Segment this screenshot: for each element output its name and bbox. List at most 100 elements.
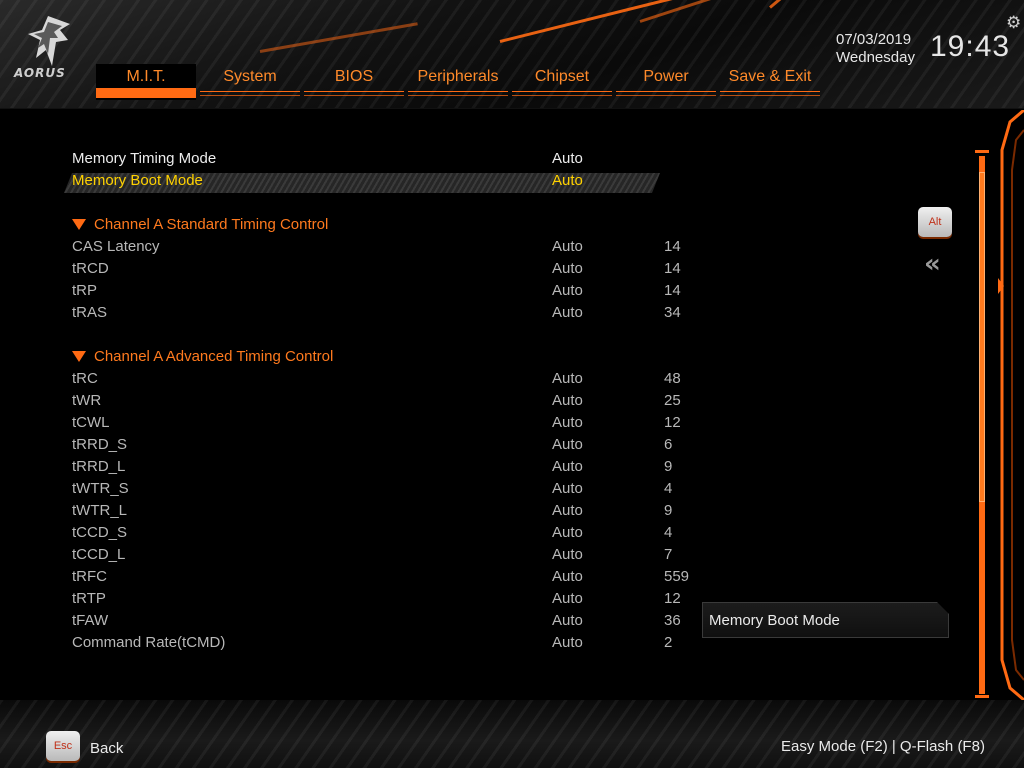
tab-underline (304, 95, 404, 96)
footer-bar (0, 700, 1024, 768)
setting-label: tRFC (72, 568, 107, 585)
setting-label: tWTR_L (72, 502, 128, 519)
setting-row[interactable]: tRCD Auto 14 (72, 258, 681, 280)
scrollbar[interactable] (975, 150, 989, 700)
setting-current: 48 (664, 370, 681, 387)
tab-underline (200, 95, 300, 96)
setting-value: Auto (552, 304, 583, 321)
setting-value: Auto (552, 436, 583, 453)
tab-save-exit[interactable]: Save & Exit (720, 64, 820, 100)
tab-mit[interactable]: M.I.T. (96, 64, 196, 100)
tab-label: Peripherals (417, 68, 499, 85)
setting-row[interactable]: tWR Auto 25 (72, 390, 681, 412)
back-label[interactable]: Back (90, 740, 123, 757)
setting-current: 9 (664, 502, 673, 519)
setting-row[interactable]: tCCD_S Auto 4 (72, 522, 672, 544)
section-title: Channel A Standard Timing Control (94, 216, 329, 233)
tab-bios[interactable]: BIOS (304, 64, 404, 100)
setting-value: Auto (552, 480, 583, 497)
setting-row[interactable]: tRAS Auto 34 (72, 302, 681, 324)
setting-row[interactable]: tWTR_L Auto 9 (72, 500, 672, 522)
double-chevron-left-icon[interactable]: « (924, 251, 950, 277)
setting-value: Auto (552, 238, 583, 255)
setting-label: Memory Timing Mode (72, 150, 217, 167)
date-text: 07/03/2019 (836, 31, 912, 48)
setting-label: tCCD_L (72, 546, 126, 563)
setting-value: Auto (552, 414, 583, 431)
setting-memory-timing-mode[interactable]: Memory Timing Mode Auto (72, 148, 672, 170)
tab-label: M.I.T. (126, 68, 166, 85)
setting-row[interactable]: tCWL Auto 12 (72, 412, 681, 434)
setting-label: tRTP (72, 590, 106, 607)
tab-power[interactable]: Power (616, 64, 716, 100)
section-header-advanced-timing[interactable]: Channel A Advanced Timing Control (72, 346, 333, 368)
setting-row[interactable]: tRTP Auto 12 (72, 588, 681, 610)
setting-label: tRRD_L (72, 458, 126, 475)
decor-streak (499, 0, 676, 43)
section-header-standard-timing[interactable]: Channel A Standard Timing Control (72, 214, 328, 236)
setting-label: tRRD_S (72, 436, 128, 453)
decor-streak (259, 22, 418, 53)
setting-value: Auto (552, 612, 583, 629)
setting-value: Auto (552, 392, 583, 409)
setting-current: 2 (664, 634, 673, 651)
setting-current: 4 (664, 480, 673, 497)
setting-row[interactable]: CAS Latency Auto 14 (72, 236, 681, 258)
tab-underline (408, 95, 508, 96)
setting-label: tFAW (72, 612, 109, 629)
side-panel-tab[interactable] (996, 110, 1024, 700)
setting-value: Auto (552, 458, 583, 475)
setting-memory-boot-mode[interactable]: Memory Boot Mode Auto (72, 170, 672, 192)
tab-label: Chipset (534, 68, 590, 85)
clock-time: 19:43 (930, 30, 1011, 63)
tab-peripherals[interactable]: Peripherals (408, 64, 508, 100)
alt-key-button[interactable]: Alt (918, 207, 952, 237)
tab-underline (720, 95, 820, 96)
collapse-triangle-icon (72, 218, 86, 230)
setting-label: tCCD_S (72, 524, 128, 541)
help-panel: Memory Boot Mode (702, 602, 949, 638)
tab-chipset[interactable]: Chipset (512, 64, 612, 100)
scrollbar-cap (975, 150, 989, 153)
setting-row[interactable]: tCCD_L Auto 7 (72, 544, 672, 566)
section-title: Channel A Advanced Timing Control (94, 348, 334, 365)
setting-current: 36 (664, 612, 681, 629)
setting-current: 9 (664, 458, 673, 475)
tab-underline (200, 91, 300, 92)
setting-row[interactable]: tFAW Auto 36 (72, 610, 681, 632)
setting-row[interactable]: tWTR_S Auto 4 (72, 478, 672, 500)
setting-row[interactable]: tRRD_L Auto 9 (72, 456, 672, 478)
setting-row[interactable]: tRFC Auto 559 (72, 566, 689, 588)
setting-value: Auto (552, 502, 583, 519)
setting-current: 12 (664, 590, 681, 607)
tab-underline (616, 95, 716, 96)
tab-underline (720, 91, 820, 92)
setting-current: 7 (664, 546, 673, 563)
setting-current: 6 (664, 436, 673, 453)
esc-key-button[interactable]: Esc (46, 731, 80, 761)
setting-value: Auto (552, 590, 583, 607)
setting-current: 14 (664, 238, 681, 255)
setting-row[interactable]: Command Rate(tCMD) Auto 2 (72, 632, 672, 654)
collapse-triangle-icon (72, 350, 86, 362)
setting-current: 34 (664, 304, 681, 321)
setting-row[interactable]: tRC Auto 48 (72, 368, 681, 390)
setting-current: 25 (664, 392, 681, 409)
footer-shortcuts[interactable]: Easy Mode (F2) | Q-Flash (F8) (781, 738, 985, 755)
tab-underline (408, 91, 508, 92)
setting-current: 14 (664, 282, 681, 299)
tab-label: Power (643, 68, 689, 85)
gear-icon[interactable]: ⚙ (1006, 14, 1024, 32)
scrollbar-cap (975, 695, 989, 698)
scrollbar-thumb[interactable] (979, 172, 985, 502)
tab-system[interactable]: System (200, 64, 300, 100)
date-display: 07/03/2019 Wednesday (836, 31, 915, 67)
active-tab-indicator (96, 88, 196, 98)
setting-label: tWTR_S (72, 480, 129, 497)
tab-label: BIOS (334, 68, 374, 85)
setting-value: Auto (552, 634, 583, 651)
setting-current: 559 (664, 568, 690, 585)
setting-row[interactable]: tRP Auto 14 (72, 280, 681, 302)
tab-underline (512, 95, 612, 96)
setting-row[interactable]: tRRD_S Auto 6 (72, 434, 672, 456)
